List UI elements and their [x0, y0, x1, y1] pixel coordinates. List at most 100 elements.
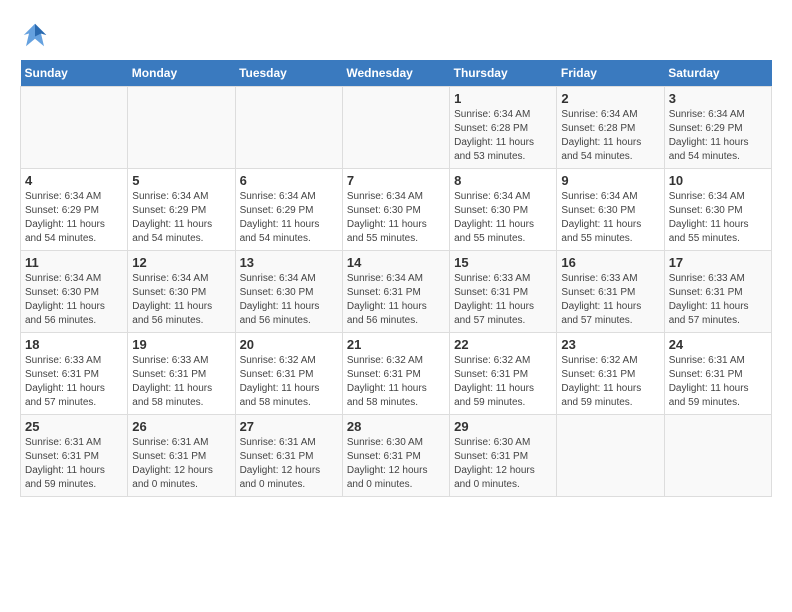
day-number: 13	[240, 255, 338, 270]
day-info: Sunrise: 6:34 AM Sunset: 6:29 PM Dayligh…	[132, 190, 230, 246]
day-info: Sunrise: 6:31 AM Sunset: 6:31 PM Dayligh…	[25, 436, 123, 492]
day-number: 2	[561, 91, 659, 106]
day-info: Sunrise: 6:34 AM Sunset: 6:30 PM Dayligh…	[25, 272, 123, 328]
calendar-cell: 24 Sunrise: 6:31 AM Sunset: 6:31 PM Dayli…	[664, 333, 771, 415]
weekday-monday: Monday	[128, 60, 235, 87]
weekday-saturday: Saturday	[664, 60, 771, 87]
day-number: 17	[669, 255, 767, 270]
day-number: 12	[132, 255, 230, 270]
calendar-week-4: 18Sunrise: 6:33 AM Sunset: 6:31 PM Dayli…	[21, 333, 772, 415]
day-number: 26	[132, 419, 230, 434]
calendar-cell	[21, 87, 128, 169]
day-number: 20	[240, 337, 338, 352]
calendar-cell	[664, 415, 771, 497]
calendar-table: SundayMondayTuesdayWednesdayThursdayFrid…	[20, 60, 772, 497]
calendar-cell	[342, 87, 449, 169]
calendar-cell: 2 Sunrise: 6:34 AM Sunset: 6:28 PM Daylig…	[557, 87, 664, 169]
calendar-week-1: 1 Sunrise: 6:34 AM Sunset: 6:28 PM Daylig…	[21, 87, 772, 169]
day-info: Sunrise: 6:34 AM Sunset: 6:29 PM Dayligh…	[25, 190, 123, 246]
calendar-cell: 19 Sunrise: 6:33 AM Sunset: 6:31 PM Dayli…	[128, 333, 235, 415]
calendar-header: SundayMondayTuesdayWednesdayThursdayFrid…	[21, 60, 772, 87]
calendar-body: 1 Sunrise: 6:34 AM Sunset: 6:28 PM Daylig…	[21, 87, 772, 497]
weekday-tuesday: Tuesday	[235, 60, 342, 87]
weekday-friday: Friday	[557, 60, 664, 87]
day-info: Sunrise: 6:34 AM Sunset: 6:30 PM Dayligh…	[669, 190, 767, 246]
day-info: Sunrise: 6:34 AM Sunset: 6:30 PM Dayligh…	[132, 272, 230, 328]
day-info: Sunrise: 6:30 AM Sunset: 6:31 PM Dayligh…	[454, 436, 552, 492]
calendar-cell: 22 Sunrise: 6:32 AM Sunset: 6:31 PM Dayli…	[450, 333, 557, 415]
calendar-cell: 7 Sunrise: 6:34 AM Sunset: 6:30 PM Daylig…	[342, 169, 449, 251]
calendar-cell: 10 Sunrise: 6:34 AM Sunset: 6:30 PM Dayli…	[664, 169, 771, 251]
weekday-thursday: Thursday	[450, 60, 557, 87]
day-info: Sunrise: 6:33 AM Sunset: 6:31 PM Dayligh…	[669, 272, 767, 328]
day-number: 1	[454, 91, 552, 106]
day-info: Sunrise: 6:33 AM Sunset: 6:31 PM Dayligh…	[25, 354, 123, 410]
day-number: 7	[347, 173, 445, 188]
calendar-cell: 18Sunrise: 6:33 AM Sunset: 6:31 PM Dayli…	[21, 333, 128, 415]
day-info: Sunrise: 6:32 AM Sunset: 6:31 PM Dayligh…	[454, 354, 552, 410]
calendar-cell: 9 Sunrise: 6:34 AM Sunset: 6:30 PM Daylig…	[557, 169, 664, 251]
day-number: 11	[25, 255, 123, 270]
day-number: 4	[25, 173, 123, 188]
day-info: Sunrise: 6:30 AM Sunset: 6:31 PM Dayligh…	[347, 436, 445, 492]
day-number: 29	[454, 419, 552, 434]
day-info: Sunrise: 6:31 AM Sunset: 6:31 PM Dayligh…	[240, 436, 338, 492]
day-info: Sunrise: 6:33 AM Sunset: 6:31 PM Dayligh…	[132, 354, 230, 410]
calendar-cell: 1 Sunrise: 6:34 AM Sunset: 6:28 PM Daylig…	[450, 87, 557, 169]
calendar-week-3: 11 Sunrise: 6:34 AM Sunset: 6:30 PM Dayli…	[21, 251, 772, 333]
calendar-cell: 13Sunrise: 6:34 AM Sunset: 6:30 PM Dayli…	[235, 251, 342, 333]
day-info: Sunrise: 6:33 AM Sunset: 6:31 PM Dayligh…	[454, 272, 552, 328]
calendar-cell: 21 Sunrise: 6:32 AM Sunset: 6:31 PM Dayli…	[342, 333, 449, 415]
day-info: Sunrise: 6:34 AM Sunset: 6:30 PM Dayligh…	[347, 190, 445, 246]
day-info: Sunrise: 6:31 AM Sunset: 6:31 PM Dayligh…	[132, 436, 230, 492]
day-number: 21	[347, 337, 445, 352]
day-info: Sunrise: 6:34 AM Sunset: 6:30 PM Dayligh…	[454, 190, 552, 246]
day-info: Sunrise: 6:34 AM Sunset: 6:30 PM Dayligh…	[561, 190, 659, 246]
calendar-cell: 6 Sunrise: 6:34 AM Sunset: 6:29 PM Daylig…	[235, 169, 342, 251]
day-number: 6	[240, 173, 338, 188]
calendar-cell: 23Sunrise: 6:32 AM Sunset: 6:31 PM Dayli…	[557, 333, 664, 415]
calendar-cell	[557, 415, 664, 497]
calendar-cell: 11 Sunrise: 6:34 AM Sunset: 6:30 PM Dayli…	[21, 251, 128, 333]
day-info: Sunrise: 6:33 AM Sunset: 6:31 PM Dayligh…	[561, 272, 659, 328]
calendar-cell: 15 Sunrise: 6:33 AM Sunset: 6:31 PM Dayli…	[450, 251, 557, 333]
day-number: 24	[669, 337, 767, 352]
day-number: 14	[347, 255, 445, 270]
day-number: 9	[561, 173, 659, 188]
day-number: 15	[454, 255, 552, 270]
calendar-cell: 17 Sunrise: 6:33 AM Sunset: 6:31 PM Dayli…	[664, 251, 771, 333]
calendar-cell: 26 Sunrise: 6:31 AM Sunset: 6:31 PM Dayli…	[128, 415, 235, 497]
calendar-cell: 12 Sunrise: 6:34 AM Sunset: 6:30 PM Dayli…	[128, 251, 235, 333]
calendar-cell	[128, 87, 235, 169]
page-header	[20, 20, 772, 50]
day-number: 22	[454, 337, 552, 352]
day-number: 28	[347, 419, 445, 434]
day-number: 19	[132, 337, 230, 352]
weekday-header-row: SundayMondayTuesdayWednesdayThursdayFrid…	[21, 60, 772, 87]
calendar-cell: 16 Sunrise: 6:33 AM Sunset: 6:31 PM Dayli…	[557, 251, 664, 333]
calendar-cell: 20Sunrise: 6:32 AM Sunset: 6:31 PM Dayli…	[235, 333, 342, 415]
calendar-cell: 25 Sunrise: 6:31 AM Sunset: 6:31 PM Dayli…	[21, 415, 128, 497]
calendar-cell: 3Sunrise: 6:34 AM Sunset: 6:29 PM Daylig…	[664, 87, 771, 169]
day-number: 27	[240, 419, 338, 434]
weekday-sunday: Sunday	[21, 60, 128, 87]
day-number: 8	[454, 173, 552, 188]
calendar-cell: 8 Sunrise: 6:34 AM Sunset: 6:30 PM Daylig…	[450, 169, 557, 251]
calendar-cell: 27 Sunrise: 6:31 AM Sunset: 6:31 PM Dayli…	[235, 415, 342, 497]
day-number: 16	[561, 255, 659, 270]
calendar-cell: 29 Sunrise: 6:30 AM Sunset: 6:31 PM Dayli…	[450, 415, 557, 497]
day-info: Sunrise: 6:34 AM Sunset: 6:29 PM Dayligh…	[240, 190, 338, 246]
day-info: Sunrise: 6:34 AM Sunset: 6:28 PM Dayligh…	[561, 108, 659, 164]
day-number: 25	[25, 419, 123, 434]
calendar-week-5: 25 Sunrise: 6:31 AM Sunset: 6:31 PM Dayli…	[21, 415, 772, 497]
logo-icon	[20, 20, 50, 50]
logo	[20, 20, 54, 50]
day-info: Sunrise: 6:31 AM Sunset: 6:31 PM Dayligh…	[669, 354, 767, 410]
weekday-wednesday: Wednesday	[342, 60, 449, 87]
calendar-week-2: 4 Sunrise: 6:34 AM Sunset: 6:29 PM Daylig…	[21, 169, 772, 251]
day-info: Sunrise: 6:34 AM Sunset: 6:28 PM Dayligh…	[454, 108, 552, 164]
day-info: Sunrise: 6:32 AM Sunset: 6:31 PM Dayligh…	[347, 354, 445, 410]
day-number: 10	[669, 173, 767, 188]
day-number: 5	[132, 173, 230, 188]
day-info: Sunrise: 6:34 AM Sunset: 6:29 PM Dayligh…	[669, 108, 767, 164]
